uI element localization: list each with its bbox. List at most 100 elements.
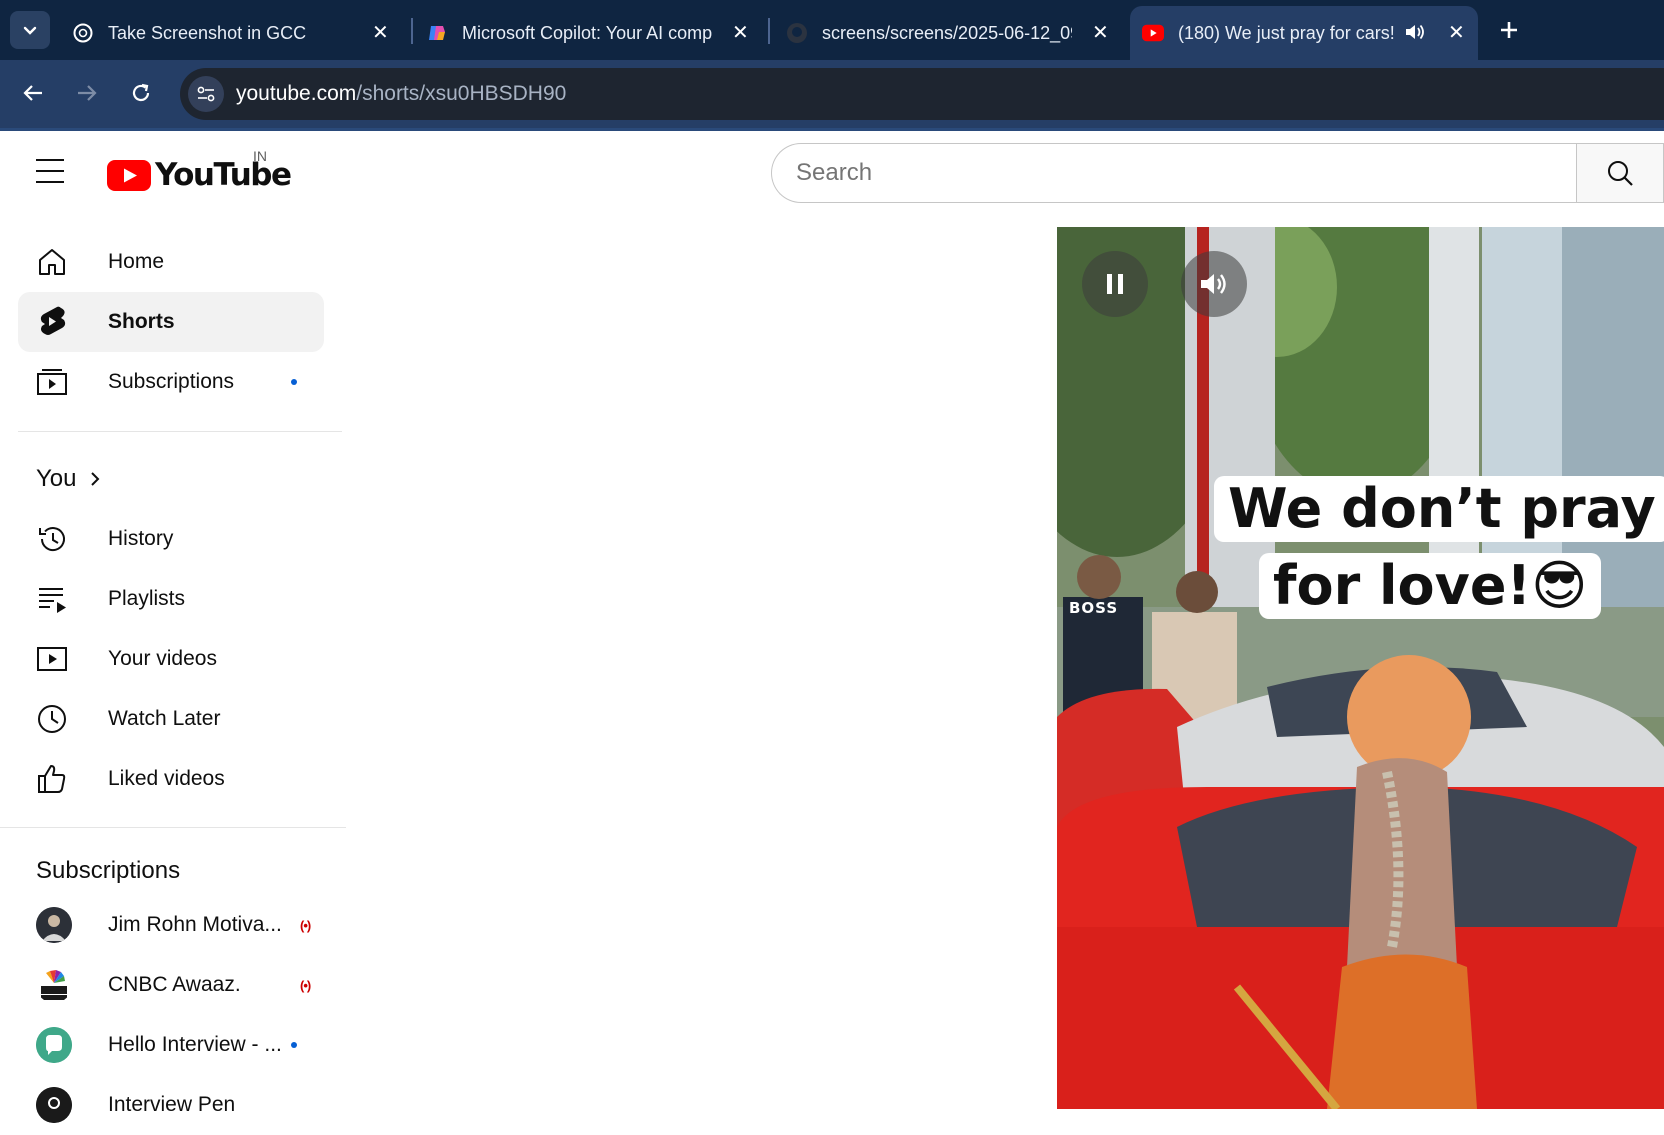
pause-icon <box>1107 274 1123 294</box>
sidebar-item-shorts[interactable]: Shorts <box>18 292 324 352</box>
tab-title: screens/screens/2025-06-12_09 <box>822 22 1072 43</box>
close-icon[interactable]: ✕ <box>1092 20 1109 45</box>
avatar <box>36 1027 72 1063</box>
browser-toolbar: youtube.com/shorts/xsu0HBSDH90 <box>0 60 1664 130</box>
video-frame <box>1057 227 1664 1109</box>
browser-tab-strip: Take Screenshot in GCC ✕ Microsoft Copil… <box>0 0 1664 60</box>
tab-title: Take Screenshot in GCC <box>108 22 307 43</box>
youtube-icon <box>1142 22 1164 44</box>
video-caption-line2: for love!😎 <box>1259 553 1602 619</box>
mute-button[interactable] <box>1181 251 1247 317</box>
live-icon: (•) <box>300 917 311 933</box>
url-path: /shorts/xsu0HBSDH90 <box>356 82 567 105</box>
search-box[interactable] <box>771 143 1577 203</box>
browser-tab[interactable]: Take Screenshot in GCC ✕ <box>66 6 396 60</box>
shirt-text: BOSS <box>1069 599 1119 617</box>
reload-icon <box>132 83 150 102</box>
search-input[interactable] <box>796 159 1556 187</box>
youtube-header: YouTube IN <box>0 131 1664 221</box>
sidebar-item-home[interactable]: Home <box>18 232 324 292</box>
avatar <box>36 1087 72 1123</box>
shorts-icon <box>35 305 69 339</box>
arrow-right-icon <box>78 85 97 101</box>
new-tab-button[interactable] <box>1494 12 1524 48</box>
subscription-label: Interview Pen <box>108 1093 236 1116</box>
chevron-down-icon <box>23 26 37 35</box>
sidebar-item-subscriptions[interactable]: Subscriptions <box>18 352 324 412</box>
volume-icon <box>1201 274 1226 294</box>
tab-title: (180) We just pray for cars! <box>1178 22 1395 43</box>
sidebar-item-label: Liked videos <box>108 767 225 790</box>
sidebar-item-label: Home <box>108 250 165 273</box>
sidebar-item-label: History <box>108 527 174 550</box>
search-icon <box>1608 161 1633 186</box>
reload-button[interactable] <box>120 72 162 114</box>
close-icon[interactable]: ✕ <box>1448 20 1465 45</box>
subscription-item[interactable]: Jim Rohn Motiva... (•) <box>18 895 324 955</box>
sidebar-item-liked-videos[interactable]: Liked videos <box>18 749 324 809</box>
your-videos-icon <box>35 642 69 676</box>
youtube-play-logo-icon <box>107 159 151 191</box>
you-section-link[interactable]: You <box>36 465 101 493</box>
sidebar-item-your-videos[interactable]: Your videos <box>18 629 324 689</box>
playlists-icon <box>35 582 69 616</box>
sidebar-item-playlists[interactable]: Playlists <box>18 569 324 629</box>
section-title: Subscriptions <box>36 857 181 884</box>
sidebar-item-label: Your videos <box>108 647 217 670</box>
speaker-icon[interactable] <box>1404 22 1426 47</box>
subscription-label: CNBC Awaaz. <box>108 973 241 996</box>
tab-separator <box>411 18 413 44</box>
close-icon[interactable]: ✕ <box>732 20 749 45</box>
github-icon <box>786 22 808 44</box>
chatgpt-icon <box>72 22 94 44</box>
address-bar[interactable]: youtube.com/shorts/xsu0HBSDH90 <box>180 68 1664 120</box>
site-settings-icon[interactable] <box>188 76 224 112</box>
sidebar-item-label: Playlists <box>108 587 186 610</box>
avatar <box>36 967 72 1003</box>
arrow-left-icon <box>23 85 42 101</box>
tab-title: Microsoft Copilot: Your AI comp <box>462 22 712 43</box>
subscription-item[interactable]: Hello Interview - ... <box>18 1015 324 1075</box>
shorts-video-player[interactable]: BOSS We don’t pray for love!😎 <box>1057 227 1664 1109</box>
browser-tab[interactable]: screens/screens/2025-06-12_09 ✕ <box>786 6 1116 60</box>
sidebar-item-label: Subscriptions <box>108 370 235 393</box>
browser-tab[interactable]: Microsoft Copilot: Your AI comp ✕ <box>426 6 756 60</box>
new-content-dot <box>291 1042 297 1048</box>
sidebar-item-label: Shorts <box>108 310 175 333</box>
url-text: youtube.com/shorts/xsu0HBSDH90 <box>236 82 566 106</box>
sidebar: Home Shorts Subscriptions You History Pl… <box>0 221 346 1123</box>
tab-separator <box>768 18 770 44</box>
avatar <box>36 907 72 943</box>
subscription-item[interactable]: CNBC Awaaz. (•) <box>18 955 324 1015</box>
sidebar-item-label: Watch Later <box>108 707 221 730</box>
new-content-dot <box>291 379 297 385</box>
country-code: IN <box>253 148 267 164</box>
thumbs-up-icon <box>35 762 69 796</box>
search-button[interactable] <box>1576 143 1664 203</box>
subscription-label: Jim Rohn Motiva... <box>108 913 282 936</box>
copilot-icon <box>426 22 448 44</box>
url-host: youtube.com <box>236 82 357 105</box>
menu-button[interactable] <box>36 159 72 187</box>
subscription-label: Hello Interview - ... <box>108 1033 282 1056</box>
back-button[interactable] <box>12 72 54 114</box>
sidebar-divider <box>0 827 346 828</box>
sidebar-item-history[interactable]: History <box>18 509 324 569</box>
logo-text: YouTube <box>155 157 292 193</box>
hamburger-icon <box>36 159 72 183</box>
sidebar-item-watch-later[interactable]: Watch Later <box>18 689 324 749</box>
history-icon <box>35 522 69 556</box>
tab-search-button[interactable] <box>10 11 50 49</box>
section-title: You <box>36 465 77 492</box>
watch-later-icon <box>35 702 69 736</box>
subscription-item[interactable]: Interview Pen <box>18 1075 324 1135</box>
pause-button[interactable] <box>1082 251 1148 317</box>
browser-tab-active[interactable]: (180) We just pray for cars! ✕ <box>1130 6 1478 60</box>
plus-icon <box>1501 22 1517 38</box>
live-icon: (•) <box>300 977 311 993</box>
sidebar-divider <box>18 431 342 432</box>
forward-button[interactable] <box>66 72 108 114</box>
chevron-right-icon <box>90 472 99 486</box>
home-icon <box>35 245 69 279</box>
close-icon[interactable]: ✕ <box>372 20 389 45</box>
